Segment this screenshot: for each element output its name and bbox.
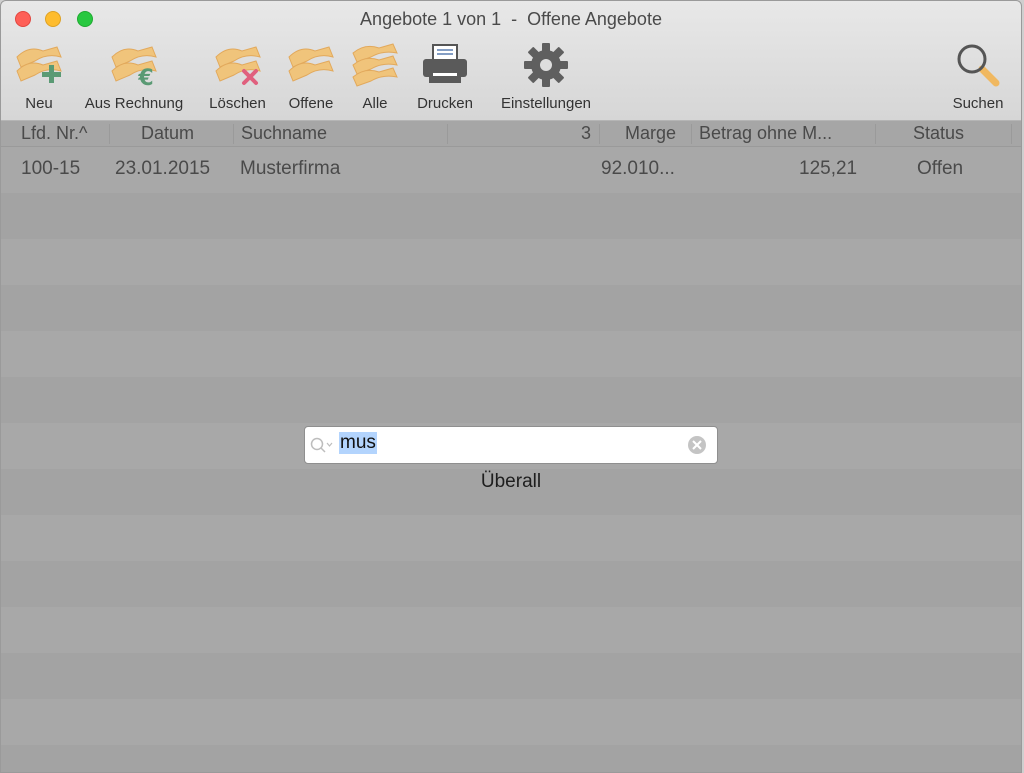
toolbar-new-label: Neu <box>25 95 53 112</box>
column-header-lfd-nr[interactable]: Lfd. Nr.^ <box>21 123 87 144</box>
magnifier-icon <box>957 44 1000 87</box>
bricks-icon <box>288 46 334 82</box>
toolbar-settings-label: Einstellungen <box>500 95 592 112</box>
toolbar-all-label: Alle <box>362 95 388 112</box>
empty-row <box>1 515 1021 561</box>
cell-marge: 92.010... <box>601 158 675 179</box>
column-separator[interactable] <box>1011 124 1012 144</box>
toolbar-print-button[interactable]: Drucken <box>411 41 479 117</box>
toolbar-delete-label: Löschen <box>209 95 266 112</box>
empty-row <box>1 239 1021 285</box>
column-header-status[interactable]: Status <box>913 123 964 144</box>
toolbar-search-button[interactable]: Suchen <box>947 41 1009 117</box>
column-separator[interactable] <box>233 124 234 144</box>
window-title: Angebote 1 von 1 - Offene Angebote <box>360 9 662 29</box>
bricks-plus-icon <box>16 46 62 83</box>
empty-row <box>1 699 1021 745</box>
empty-row <box>1 653 1021 699</box>
column-header-datum[interactable]: Datum <box>141 123 194 144</box>
cell-lfd-nr: 100-15 <box>21 158 81 179</box>
toolbar-open-button[interactable]: Offene <box>283 41 339 117</box>
search-scope-label[interactable]: Überall <box>304 471 718 493</box>
column-header-betrag[interactable]: Betrag ohne M... <box>699 123 832 144</box>
column-separator[interactable] <box>447 124 448 144</box>
column-separator[interactable] <box>875 124 876 144</box>
empty-row <box>1 285 1021 331</box>
cell-datum: 23.01.2015 <box>115 158 211 179</box>
column-header-suchname[interactable]: Suchname <box>241 123 327 144</box>
printer-icon <box>423 44 467 83</box>
column-separator[interactable] <box>599 124 600 144</box>
toolbar-from-invoice-button[interactable]: € Aus Rechnung <box>77 41 191 117</box>
toolbar-print-label: Drucken <box>417 95 473 112</box>
search-field[interactable]: mus <box>304 426 718 464</box>
clear-search-icon[interactable] <box>687 435 707 455</box>
empty-row <box>1 561 1021 607</box>
empty-row <box>1 607 1021 653</box>
toolbar-all-button[interactable]: Alle <box>349 41 401 117</box>
toolbar-delete-button[interactable]: Löschen <box>204 41 271 117</box>
table-row[interactable]: 100-15 23.01.2015 Musterfirma 92.010... … <box>1 147 1021 193</box>
svg-text:€: € <box>137 66 153 89</box>
title-bar: Angebote 1 von 1 - Offene Angebote Neu € <box>1 1 1021 121</box>
empty-row <box>1 193 1021 239</box>
toolbar-new-button[interactable]: Neu <box>13 41 65 117</box>
toolbar-settings-button[interactable]: Einstellungen <box>491 41 601 117</box>
empty-row <box>1 331 1021 377</box>
column-header-marge[interactable]: Marge <box>625 123 676 144</box>
cell-status: Offen <box>917 158 964 179</box>
bricks-stack-icon <box>352 43 398 87</box>
empty-row <box>1 377 1021 423</box>
cell-suchname: Musterfirma <box>240 158 341 179</box>
toolbar-from-invoice-label: Aus Rechnung <box>84 95 184 112</box>
table-header: Lfd. Nr.^ Datum Suchname 3 Marge Betrag … <box>1 121 1021 147</box>
cell-betrag: 125,21 <box>799 158 858 179</box>
toolbar-open-label: Offene <box>288 95 334 112</box>
column-separator[interactable] <box>691 124 692 144</box>
search-input-text[interactable]: mus <box>339 432 377 454</box>
column-header-3[interactable]: 3 <box>581 123 591 144</box>
column-separator[interactable] <box>109 124 110 144</box>
toolbar-search-label: Suchen <box>952 95 1004 112</box>
search-icon[interactable] <box>309 436 333 456</box>
bricks-euro-icon: € <box>111 46 157 89</box>
gear-icon <box>524 43 568 87</box>
bricks-delete-icon <box>214 46 261 85</box>
app-window: Angebote 1 von 1 - Offene Angebote Neu € <box>0 0 1022 773</box>
empty-row <box>1 745 1021 772</box>
